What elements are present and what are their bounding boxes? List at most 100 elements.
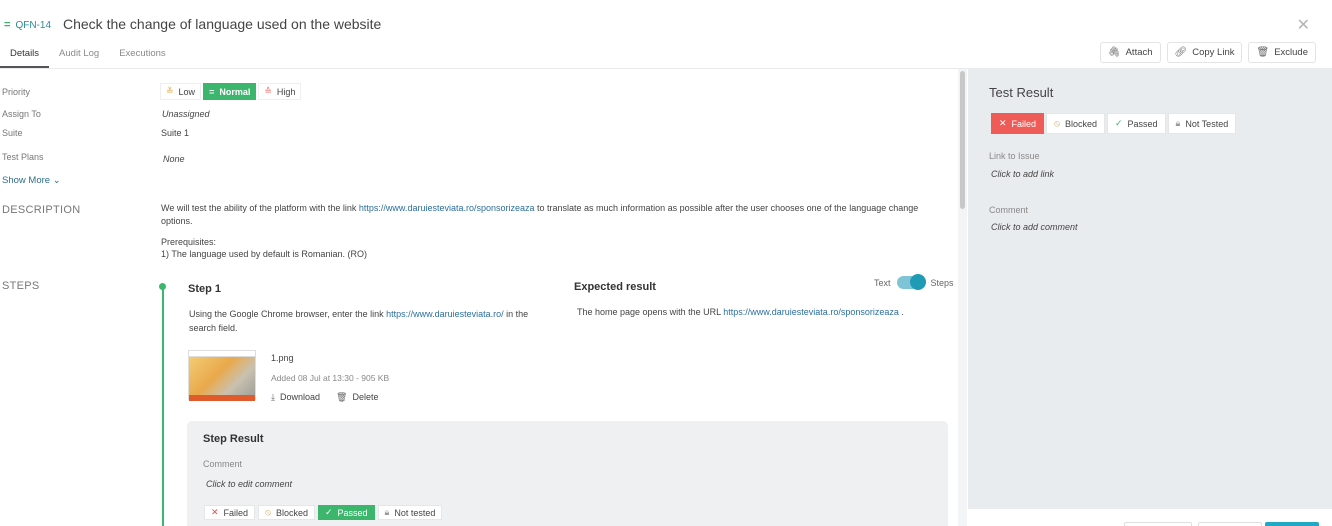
test-result-panel: Test Result ✕ Failed ⦸ Blocked ✓ Passed … (968, 69, 1332, 526)
delete-button[interactable]: 🗑︎ Delete (336, 392, 378, 403)
check-icon: ✓ (324, 507, 333, 517)
test-failed-button[interactable]: ✕ Failed (991, 113, 1045, 134)
suite-label: Suite (2, 128, 23, 138)
suite-value[interactable]: Suite 1 (161, 128, 189, 138)
test-plans-label: Test Plans (2, 152, 44, 162)
assign-to-label: Assign To (2, 109, 41, 119)
expected-link[interactable]: https://www.daruiesteviata.ro/sponsorize… (723, 307, 899, 317)
lock-icon: 🔒︎ (384, 507, 390, 517)
scrollbar[interactable] (958, 69, 967, 526)
details-panel: Priority ≚ Low = Normal ≙ High Assign To… (0, 69, 958, 526)
toggle-text-label: Text (874, 277, 891, 288)
footer-button-2[interactable] (1198, 522, 1262, 526)
view-mode-toggle: Text Steps (874, 274, 954, 290)
test-result-title: Test Result (989, 85, 1054, 100)
steps-heading: STEPS (2, 280, 40, 292)
exclude-label: Exclude (1274, 47, 1308, 58)
test-passed-label: Passed (1127, 118, 1158, 129)
switch-knob (909, 274, 926, 290)
step-passed-label: Passed (337, 507, 368, 518)
description-text-start: We will test the ability of the platform… (161, 203, 359, 213)
show-more-link[interactable]: Show More ⌄ (2, 175, 61, 186)
priority-high-button[interactable]: ≙ High (258, 83, 302, 100)
step-not-tested-button[interactable]: 🔒︎ Not tested (377, 505, 443, 520)
step-result-buttons: ✕ Failed ⦸ Blocked ✓ Passed 🔒︎ Not teste… (204, 505, 443, 520)
step-passed-button[interactable]: ✓ Passed (317, 505, 375, 520)
link-to-issue-label: Link to Issue (989, 151, 1040, 161)
chevrons-up-icon: ≙ (264, 86, 272, 96)
issue-title: Check the change of language used on the… (63, 16, 382, 32)
step-timeline-line (162, 287, 164, 526)
exclude-button[interactable]: 🗑︎ Exclude (1248, 42, 1316, 63)
test-passed-button[interactable]: ✓ Passed (1106, 113, 1166, 134)
attachment-actions: ⤓ Download 🗑︎ Delete (271, 392, 378, 403)
step-link[interactable]: https://www.daruiesteviata.ro/ (386, 309, 504, 319)
chevron-down-icon: ⌄ (52, 175, 61, 186)
attachment-meta: Added 08 Jul at 13:30 - 905 KB (271, 373, 390, 383)
download-button[interactable]: ⤓ Download (271, 392, 320, 403)
issue-key: = QFN-14 (4, 19, 51, 31)
priority-high-label: High (276, 86, 296, 97)
equals-icon: = (4, 19, 11, 31)
thumbnail-footer-strip (189, 395, 255, 401)
priority-selector: ≚ Low = Normal ≙ High (160, 83, 302, 100)
footer-primary-button[interactable] (1265, 522, 1319, 526)
text-steps-switch[interactable] (896, 274, 926, 290)
priority-normal-label: Normal (219, 86, 251, 97)
step-blocked-button[interactable]: ⦸ Blocked (258, 505, 315, 520)
thumbnail-header-strip (189, 351, 255, 357)
show-more-label: Show More (2, 175, 51, 186)
attachment-thumbnail[interactable] (188, 350, 256, 401)
add-comment-field[interactable]: Click to add comment (991, 222, 1078, 232)
attachment-name: 1.png (271, 353, 294, 363)
test-blocked-button[interactable]: ⦸ Blocked (1046, 113, 1105, 134)
trash-icon: 🗑︎ (1256, 47, 1270, 58)
copy-link-label: Copy Link (1192, 47, 1235, 58)
tab-details[interactable]: Details (0, 42, 50, 68)
expected-text-start: The home page opens with the URL (577, 307, 724, 317)
attach-button[interactable]: 🖇︎ Attach (1099, 42, 1161, 63)
equals-icon: = (209, 86, 215, 97)
step-result-title: Step Result (203, 433, 264, 445)
step-text-start: Using the Google Chrome browser, enter t… (189, 309, 387, 319)
tab-bar: Details Audit Log Executions (0, 42, 176, 68)
test-not-tested-button[interactable]: 🔒︎ Not Tested (1167, 113, 1237, 134)
close-icon[interactable]: ✕ (1297, 15, 1310, 35)
test-plans-value[interactable]: None (163, 154, 185, 164)
expected-result-title: Expected result (574, 281, 656, 293)
trash-icon: 🗑︎ (336, 392, 348, 402)
delete-label: Delete (352, 392, 379, 402)
tab-executions[interactable]: Executions (109, 42, 175, 68)
test-failed-label: Failed (1011, 118, 1037, 129)
copy-link-button[interactable]: 🔗︎ Copy Link (1166, 42, 1243, 63)
priority-low-button[interactable]: ≚ Low (160, 83, 202, 100)
step-comment-label: Comment (203, 459, 243, 469)
attach-label: Attach (1125, 47, 1153, 58)
issue-key-label: QFN-14 (15, 19, 51, 31)
scrollbar-thumb[interactable] (960, 71, 965, 209)
priority-normal-button[interactable]: = Normal (203, 83, 257, 100)
tab-audit-log[interactable]: Audit Log (49, 42, 109, 68)
step-title: Step 1 (188, 283, 222, 295)
description-heading: DESCRIPTION (2, 204, 81, 216)
blocked-icon: ⦸ (265, 507, 271, 517)
step-failed-button[interactable]: ✕ Failed (204, 505, 256, 520)
expected-result-text: The home page opens with the URL https:/… (577, 307, 937, 317)
footer-button-1[interactable] (1124, 522, 1192, 526)
link-icon: 🔗︎ (1174, 47, 1188, 58)
download-icon: ⤓ (271, 392, 275, 402)
step-failed-label: Failed (223, 507, 249, 518)
step-result-card: Step Result Comment Click to edit commen… (187, 421, 948, 526)
prerequisites-item: 1) The language used by default is Roman… (161, 249, 367, 259)
step-action-text: Using the Google Chrome browser, enter t… (189, 307, 539, 335)
lock-icon: 🔒︎ (1175, 118, 1181, 128)
description-link[interactable]: https://www.daruiesteviata.ro/sponsorize… (359, 203, 535, 213)
add-link-field[interactable]: Click to add link (991, 169, 1054, 179)
toggle-steps-label: Steps (930, 277, 954, 288)
expected-text-end: . (898, 307, 904, 317)
assign-to-value[interactable]: Unassigned (162, 109, 210, 119)
step-not-tested-label: Not tested (394, 507, 436, 518)
step-comment-field[interactable]: Click to edit comment (206, 479, 292, 489)
priority-label: Priority (2, 87, 31, 97)
comment-label: Comment (989, 205, 1029, 215)
